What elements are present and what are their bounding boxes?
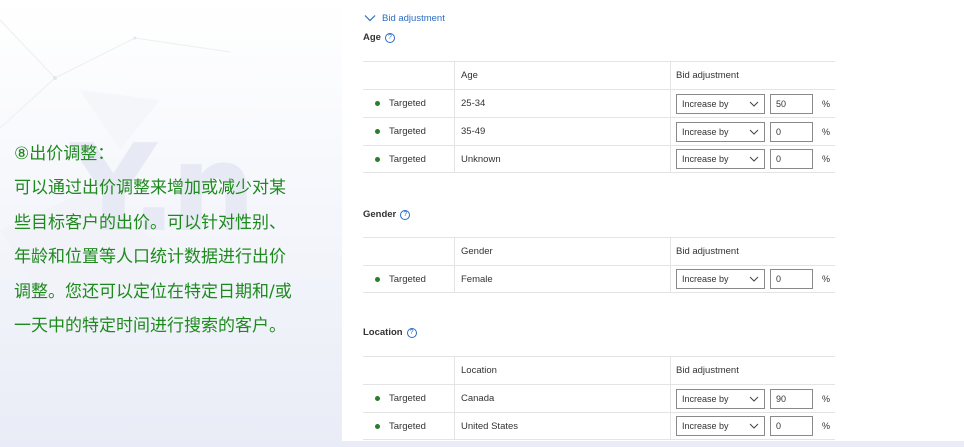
bid-mode-value: Increase by (682, 154, 729, 164)
section-title-text: Location (363, 327, 403, 338)
percent-unit: % (822, 421, 831, 431)
bid-cell: Increase by 0 % (676, 146, 830, 172)
description-line: 一天中的特定时间进行搜索的客户。 (14, 316, 286, 336)
help-icon[interactable]: ? (400, 209, 411, 220)
age-table: Age Bid adjustment Targeted 25-34 Increa… (363, 61, 835, 173)
location-table: Location Bid adjustment Targeted Canada … (363, 356, 835, 440)
row-name: 25-34 (461, 98, 486, 109)
status-label: Targeted (389, 153, 426, 165)
description-block: ⑧出价调整： 可以通过出价调整来增加或减少对某 些目标客户的出价。可以针对性别、… (14, 140, 336, 344)
help-icon[interactable]: ? (384, 32, 395, 43)
bid-mode-value: Increase by (682, 421, 729, 431)
status-label: Targeted (389, 98, 426, 109)
section-title-location: Location ? (363, 327, 417, 338)
status-label: Targeted (389, 393, 426, 404)
column-header-bid-adjustment: Bid adjustment (676, 365, 739, 376)
bid-value-input[interactable]: 0 (770, 416, 813, 436)
status-cell: Targeted (375, 90, 426, 117)
table-row: Targeted Canada Increase by 90 % (363, 384, 835, 412)
bid-mode-select[interactable]: Increase by (676, 416, 765, 436)
row-name: 35-49 (461, 126, 486, 137)
section-title-text: Age (363, 32, 381, 43)
status-cell: Targeted (375, 146, 426, 172)
status-label: Targeted (389, 273, 426, 285)
status-cell: Targeted (375, 118, 426, 145)
description-line: 些目标客户的出价。可以针对性别、 (14, 212, 286, 233)
description-title: ⑧出价调整： (14, 144, 115, 164)
description-line: 可以通过出价调整来增加或减少对某 (14, 178, 286, 198)
percent-unit: % (822, 274, 831, 284)
bid-mode-select[interactable]: Increase by (676, 149, 765, 169)
status-dot-icon (375, 156, 380, 162)
column-header-location: Location (461, 365, 497, 376)
bid-mode-value: Increase by (682, 393, 729, 404)
status-dot-icon (375, 423, 380, 429)
help-icon[interactable]: ? (406, 327, 417, 338)
percent-unit: % (822, 393, 831, 404)
status-dot-icon (375, 276, 380, 282)
bid-mode-select[interactable]: Increase by (676, 388, 765, 409)
table-row: Targeted 25-34 Increase by 50 % (363, 89, 835, 117)
table-row: Targeted 35-49 Increase by 0 % (363, 117, 835, 145)
bid-mode-select[interactable]: Increase by (676, 93, 765, 114)
bid-value-input[interactable]: 90 (770, 388, 813, 409)
section-title-age: Age ? (363, 32, 395, 43)
table-header-row: Age Bid adjustment (363, 61, 835, 89)
dropdown-chevron-icon (749, 276, 759, 282)
percent-unit: % (822, 154, 831, 164)
column-header-bid-adjustment: Bid adjustment (676, 70, 739, 81)
status-dot-icon (375, 101, 380, 106)
gender-table: Gender Bid adjustment Targeted Female In… (363, 237, 835, 293)
description-line: 年龄和位置等人口统计数据进行出价 (14, 247, 286, 267)
status-cell: Targeted (375, 385, 426, 412)
section-title-text: Gender (363, 209, 397, 220)
status-label: Targeted (389, 420, 426, 432)
dropdown-chevron-icon (749, 156, 759, 162)
bid-mode-select[interactable]: Increase by (676, 269, 765, 289)
status-dot-icon (375, 129, 380, 134)
description-line: 调整。您还可以定位在特定日期和/或 (14, 281, 292, 302)
bid-cell: Increase by 0 % (676, 266, 830, 292)
row-name: Unknown (461, 153, 501, 165)
percent-unit: % (822, 98, 831, 109)
bid-cell: Increase by 90 % (676, 385, 830, 412)
section-title-gender: Gender ? (363, 209, 411, 220)
row-name: Female (461, 273, 493, 285)
bid-cell: Increase by 0 % (676, 413, 830, 439)
row-name: United States (461, 420, 519, 432)
bid-value-input[interactable]: 50 (770, 93, 813, 114)
description-body: 可以通过出价调整来增加或减少对某 些目标客户的出价。可以针对性别、 年龄和位置等… (14, 171, 336, 344)
dropdown-chevron-icon (749, 129, 759, 135)
table-row: Targeted United States Increase by 0 % (363, 412, 835, 440)
bid-cell: Increase by 50 % (676, 90, 830, 117)
bid-mode-value: Increase by (682, 126, 729, 137)
status-cell: Targeted (375, 266, 426, 292)
bid-value-input[interactable]: 0 (770, 269, 813, 289)
bid-value-input[interactable]: 0 (770, 121, 813, 142)
table-row: Targeted Female Increase by 0 % (363, 265, 835, 293)
column-header-bid-adjustment: Bid adjustment (676, 246, 739, 257)
status-cell: Targeted (375, 413, 426, 439)
bid-value-input[interactable]: 0 (770, 149, 813, 169)
chevron-down-icon (364, 15, 376, 22)
bid-adjustment-toggle[interactable]: Bid adjustment (364, 11, 445, 25)
bid-cell: Increase by 0 % (676, 118, 830, 145)
bid-mode-value: Increase by (682, 98, 729, 109)
bid-adjustment-toggle-label: Bid adjustment (382, 12, 445, 24)
bid-mode-value: Increase by (682, 274, 729, 284)
percent-unit: % (822, 126, 831, 137)
table-header-row: Location Bid adjustment (363, 356, 835, 384)
table-header-row: Gender Bid adjustment (363, 237, 835, 265)
status-dot-icon (375, 396, 380, 401)
row-name: Canada (461, 393, 495, 404)
table-row: Targeted Unknown Increase by 0 % (363, 145, 835, 173)
dropdown-chevron-icon (749, 396, 759, 402)
column-header-gender: Gender (461, 246, 493, 257)
dropdown-chevron-icon (749, 101, 759, 107)
status-label: Targeted (389, 126, 426, 137)
dropdown-chevron-icon (749, 423, 759, 429)
column-header-age: Age (461, 70, 478, 81)
bid-adjustment-panel: Bid adjustment Age ? Age Bid adjustment … (342, 0, 964, 441)
bid-mode-select[interactable]: Increase by (676, 121, 765, 142)
